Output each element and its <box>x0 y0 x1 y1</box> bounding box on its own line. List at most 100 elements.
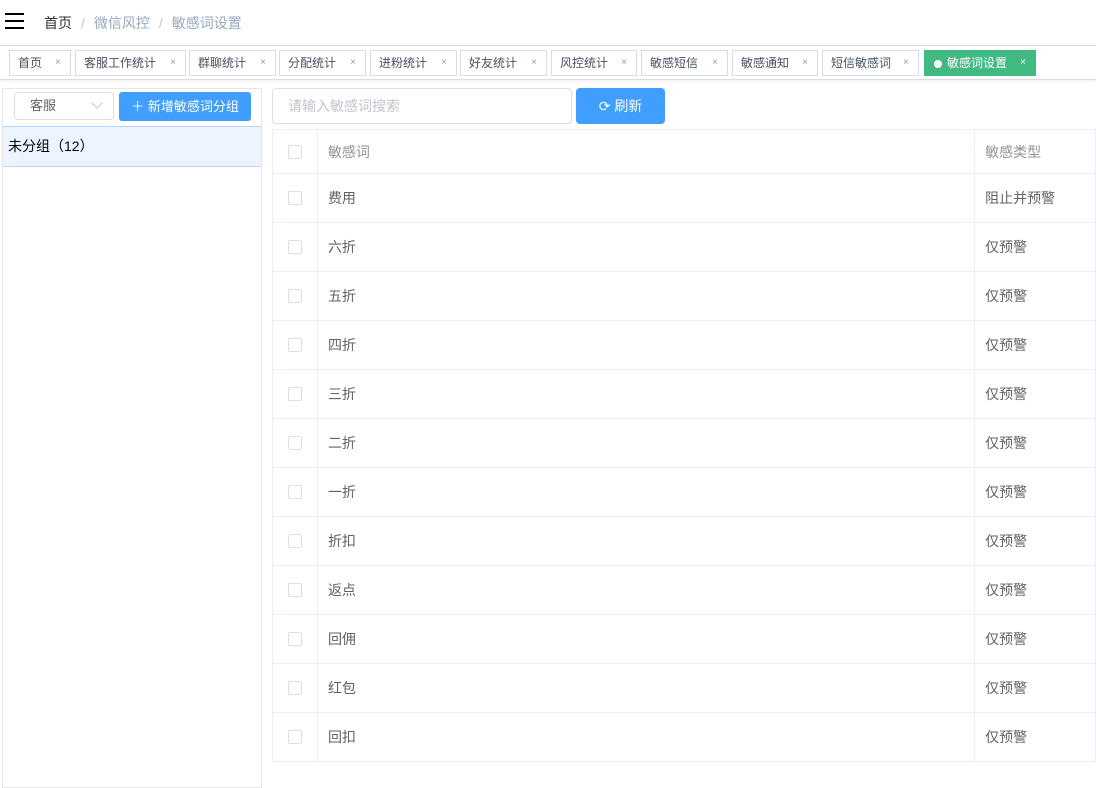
chevron-down-icon <box>91 97 103 109</box>
table-row: 六折 仅预警 <box>273 223 1096 272</box>
row-checkbox[interactable] <box>287 485 302 499</box>
close-icon[interactable]: × <box>712 51 718 75</box>
add-group-button[interactable]: ＋ 新增敏感词分组 <box>119 92 251 121</box>
close-icon[interactable]: × <box>441 51 447 75</box>
row-checkbox[interactable] <box>287 289 302 303</box>
word-cell: 四折 <box>318 321 976 369</box>
tab-label: 客服工作统计 <box>84 56 157 70</box>
type-cell: 阻止并预警 <box>975 174 1096 222</box>
sensitive-word-table: 敏感词 敏感类型 费用 阻止并预警 六折 仅预警 五折 仅预警 四折 仅预警 三折 仅预警 二折 仅预… <box>272 129 1096 762</box>
tab-label: 首页 <box>18 56 43 70</box>
word-cell: 五折 <box>318 272 976 320</box>
close-icon[interactable]: × <box>903 51 909 75</box>
tab-label: 好友统计 <box>469 56 518 70</box>
table-row: 返点 仅预警 <box>273 566 1096 615</box>
row-checkbox[interactable] <box>287 534 302 548</box>
row-checkbox[interactable] <box>287 730 302 744</box>
table-row: 红包 仅预警 <box>273 664 1096 713</box>
word-cell: 六折 <box>318 223 976 271</box>
table-row: 回佣 仅预警 <box>273 615 1096 664</box>
type-cell: 仅预警 <box>975 664 1096 712</box>
row-checkbox[interactable] <box>287 632 302 646</box>
word-cell: 回扣 <box>318 713 976 761</box>
breadcrumb-item: 微信风控 <box>93 15 150 31</box>
close-icon[interactable]: × <box>1020 51 1026 75</box>
word-cell: 回佣 <box>318 615 976 663</box>
tab-5[interactable]: 好友统计 × <box>460 50 547 76</box>
tab-9[interactable]: 短信敏感词 × <box>822 50 919 76</box>
tab-label: 短信敏感词 <box>831 56 892 70</box>
tab-3[interactable]: 分配统计 × <box>279 50 366 76</box>
tab-10[interactable]: 敏感词设置 × <box>924 50 1036 76</box>
row-checkbox[interactable] <box>287 240 302 254</box>
plus-icon: ＋ <box>131 99 145 114</box>
table-row: 回扣 仅预警 <box>273 713 1096 762</box>
table-row: 折扣 仅预警 <box>273 517 1096 566</box>
close-icon[interactable]: × <box>55 51 61 75</box>
tab-label: 敏感通知 <box>741 56 790 70</box>
header-type: 敏感类型 <box>975 130 1096 173</box>
close-icon[interactable]: × <box>170 51 176 75</box>
word-cell: 费用 <box>318 174 976 222</box>
refresh-icon: ⟳ <box>598 98 611 114</box>
hamburger-menu-icon[interactable] <box>5 13 24 29</box>
type-cell: 仅预警 <box>975 713 1096 761</box>
row-checkbox[interactable] <box>287 436 302 450</box>
close-icon[interactable]: × <box>260 51 266 75</box>
tab-6[interactable]: 风控统计 × <box>551 50 637 76</box>
header-word: 敏感词 <box>318 130 976 173</box>
table-row: 三折 仅预警 <box>273 370 1096 419</box>
tab-label: 敏感词设置 <box>947 56 1008 70</box>
tab-4[interactable]: 进粉统计 × <box>370 50 457 76</box>
word-cell: 一折 <box>318 468 976 516</box>
refresh-button[interactable]: ⟳ 刷新 <box>576 88 665 124</box>
tab-label: 敏感短信 <box>650 56 699 70</box>
select-value: 客服 <box>30 98 57 113</box>
tab-label: 群聊统计 <box>198 56 247 70</box>
tab-2[interactable]: 群聊统计 × <box>189 50 276 76</box>
tab-1[interactable]: 客服工作统计 × <box>75 50 186 76</box>
row-checkbox[interactable] <box>287 338 302 352</box>
search-input[interactable] <box>272 88 572 124</box>
active-dot-icon <box>934 60 942 68</box>
type-cell: 仅预警 <box>975 566 1096 614</box>
word-cell: 三折 <box>318 370 976 418</box>
group-item-ungrouped[interactable]: 未分组（12） <box>3 126 261 167</box>
word-cell: 折扣 <box>318 517 976 565</box>
word-cell: 返点 <box>318 566 976 614</box>
close-icon[interactable]: × <box>350 51 356 75</box>
select-all-checkbox[interactable] <box>287 144 302 159</box>
tags-view: 首页 × 客服工作统计 × 群聊统计 × 分配统计 × 进粉统计 × 好友统计 × 风控统计 × 敏感短信 ×… <box>0 46 1096 80</box>
close-icon[interactable]: × <box>802 51 808 75</box>
type-cell: 仅预警 <box>975 615 1096 663</box>
close-icon[interactable]: × <box>531 51 537 75</box>
navbar: 首页 / 微信风控 / 敏感词设置 <box>0 0 1096 46</box>
row-checkbox[interactable] <box>287 191 302 205</box>
close-icon[interactable]: × <box>621 51 627 75</box>
table-row: 四折 仅预警 <box>273 321 1096 370</box>
tab-label: 分配统计 <box>288 56 337 70</box>
refresh-label: 刷新 <box>614 98 643 114</box>
row-checkbox[interactable] <box>287 583 302 597</box>
row-checkbox[interactable] <box>287 387 302 401</box>
group-panel: 客服 ＋ 新增敏感词分组 未分组（12） <box>2 88 262 788</box>
type-cell: 仅预警 <box>975 419 1096 467</box>
tab-label: 进粉统计 <box>379 56 428 70</box>
breadcrumb-item[interactable]: 首页 <box>44 15 72 31</box>
breadcrumb: 首页 / 微信风控 / 敏感词设置 <box>44 15 242 31</box>
role-select[interactable]: 客服 <box>14 92 114 120</box>
table-row: 五折 仅预警 <box>273 272 1096 321</box>
type-cell: 仅预警 <box>975 321 1096 369</box>
word-cell: 二折 <box>318 419 976 467</box>
tab-8[interactable]: 敏感通知 × <box>732 50 818 76</box>
tab-0[interactable]: 首页 × <box>9 50 71 76</box>
table-row: 二折 仅预警 <box>273 419 1096 468</box>
word-cell: 红包 <box>318 664 976 712</box>
tab-7[interactable]: 敏感短信 × <box>641 50 728 76</box>
type-cell: 仅预警 <box>975 370 1096 418</box>
table-row: 一折 仅预警 <box>273 468 1096 517</box>
row-checkbox[interactable] <box>287 681 302 695</box>
type-cell: 仅预警 <box>975 468 1096 516</box>
add-group-label: 新增敏感词分组 <box>147 99 239 114</box>
tab-label: 风控统计 <box>560 56 609 70</box>
